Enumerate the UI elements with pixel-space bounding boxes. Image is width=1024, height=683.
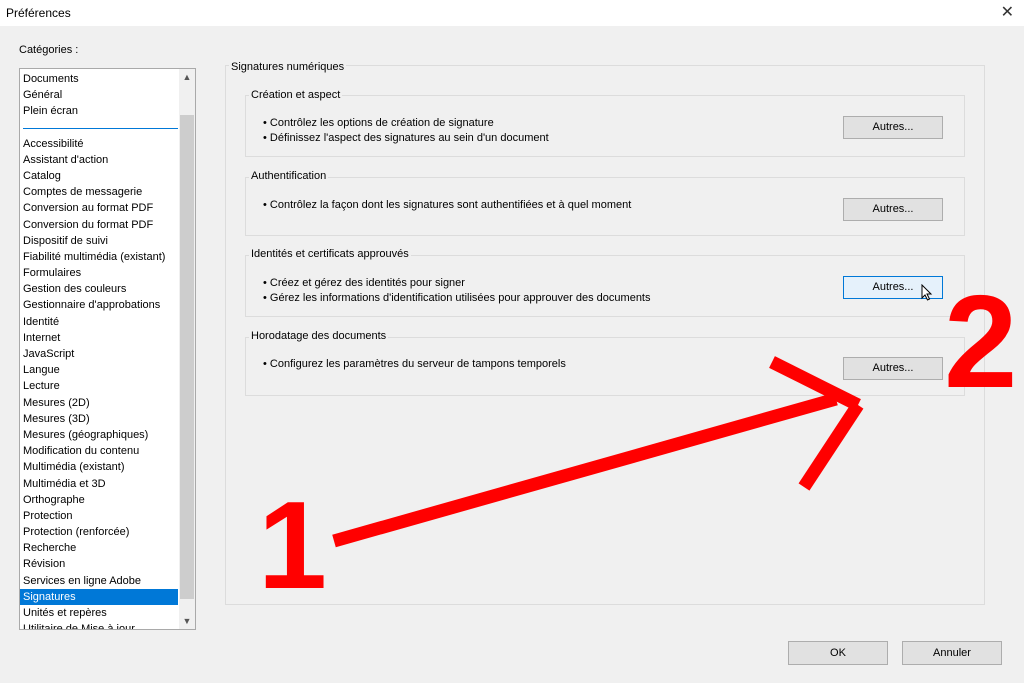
category-item[interactable]: Identité: [20, 314, 178, 330]
category-item[interactable]: Protection (renforcée): [20, 524, 178, 540]
category-item[interactable]: Conversion au format PDF: [20, 200, 178, 216]
category-item[interactable]: Services en ligne Adobe: [20, 573, 178, 589]
bullet-text: • Configurez les paramètres du serveur d…: [263, 358, 566, 370]
bullet-text: • Créez et gérez des identités pour sign…: [263, 277, 465, 289]
category-item[interactable]: JavaScript: [20, 346, 178, 362]
authentication-more-button[interactable]: Autres...: [843, 198, 943, 221]
window-title: Préférences: [6, 6, 71, 20]
category-item[interactable]: Orthographe: [20, 492, 178, 508]
category-item[interactable]: Général: [20, 87, 178, 103]
category-item[interactable]: Formulaires: [20, 265, 178, 281]
annotation-number-2: 2: [944, 268, 1018, 415]
category-item[interactable]: Catalog: [20, 168, 178, 184]
group-title-creation-aspect: Création et aspect: [249, 89, 343, 101]
scroll-down-icon[interactable]: ▼: [179, 613, 195, 629]
categories-label: Catégories :: [19, 44, 79, 56]
group-title-identities-certificates: Identités et certificats approuvés: [249, 248, 411, 260]
category-item[interactable]: Comptes de messagerie: [20, 184, 178, 200]
categories-scrollbar[interactable]: ▲ ▼: [179, 69, 195, 629]
category-item[interactable]: Accessibilité: [20, 136, 178, 152]
categories-list-items: Documents Général Plein écran Accessibilité…: [20, 71, 178, 629]
category-item[interactable]: Gestionnaire d'approbations: [20, 297, 178, 313]
category-item[interactable]: Assistant d'action: [20, 152, 178, 168]
close-icon[interactable]: ✕: [1001, 2, 1014, 22]
preferences-dialog: Préférences ✕ Catégories : Documents Géné…: [0, 0, 1024, 683]
category-item[interactable]: Internet: [20, 330, 178, 346]
mouse-cursor-icon: [921, 284, 933, 301]
scroll-up-icon[interactable]: ▲: [179, 69, 195, 85]
bullet-text: • Gérez les informations d'identificatio…: [263, 292, 651, 304]
category-item[interactable]: Signatures: [20, 588, 178, 605]
category-item[interactable]: Protection: [20, 508, 178, 524]
title-bar: Préférences ✕: [0, 0, 1024, 26]
bullet-text: • Contrôlez les options de création de s…: [263, 117, 494, 129]
categories-list[interactable]: Documents Général Plein écran Accessibilité…: [19, 68, 196, 630]
category-item[interactable]: Mesures (2D): [20, 395, 178, 411]
panel-title: Signatures numériques: [229, 61, 347, 73]
category-item[interactable]: Unités et repères: [20, 605, 178, 621]
category-item[interactable]: Multimédia et 3D: [20, 476, 178, 492]
cancel-button[interactable]: Annuler: [902, 641, 1002, 665]
category-item[interactable]: Gestion des couleurs: [20, 281, 178, 297]
category-item[interactable]: Mesures (3D): [20, 411, 178, 427]
creation-aspect-more-button[interactable]: Autres...: [843, 116, 943, 139]
category-item[interactable]: Mesures (géographiques): [20, 427, 178, 443]
category-item[interactable]: Plein écran: [20, 103, 178, 119]
category-item[interactable]: Conversion du format PDF: [20, 217, 178, 233]
annotation-number-1: 1: [258, 477, 327, 615]
group-title-authentication: Authentification: [249, 170, 329, 182]
category-item[interactable]: Recherche: [20, 540, 178, 556]
category-item[interactable]: Lecture: [20, 378, 178, 394]
category-item[interactable]: Modification du contenu: [20, 443, 178, 459]
category-item[interactable]: Révision: [20, 556, 178, 572]
ok-button[interactable]: OK: [788, 641, 888, 665]
category-item[interactable]: Multimédia (existant): [20, 459, 178, 475]
category-item[interactable]: Langue: [20, 362, 178, 378]
category-item[interactable]: Dispositif de suivi: [20, 233, 178, 249]
bullet-text: • Contrôlez la façon dont les signatures…: [263, 199, 632, 211]
timestamping-more-button[interactable]: Autres...: [843, 357, 943, 380]
group-title-timestamping: Horodatage des documents: [249, 330, 389, 342]
category-separator: [20, 120, 178, 136]
scrollbar-thumb[interactable]: [180, 115, 194, 599]
category-item[interactable]: Documents: [20, 71, 178, 87]
bullet-text: • Définissez l'aspect des signatures au …: [263, 132, 549, 144]
category-item[interactable]: Utilitaire de Mise à jour: [20, 621, 178, 629]
category-item[interactable]: Fiabilité multimédia (existant): [20, 249, 178, 265]
